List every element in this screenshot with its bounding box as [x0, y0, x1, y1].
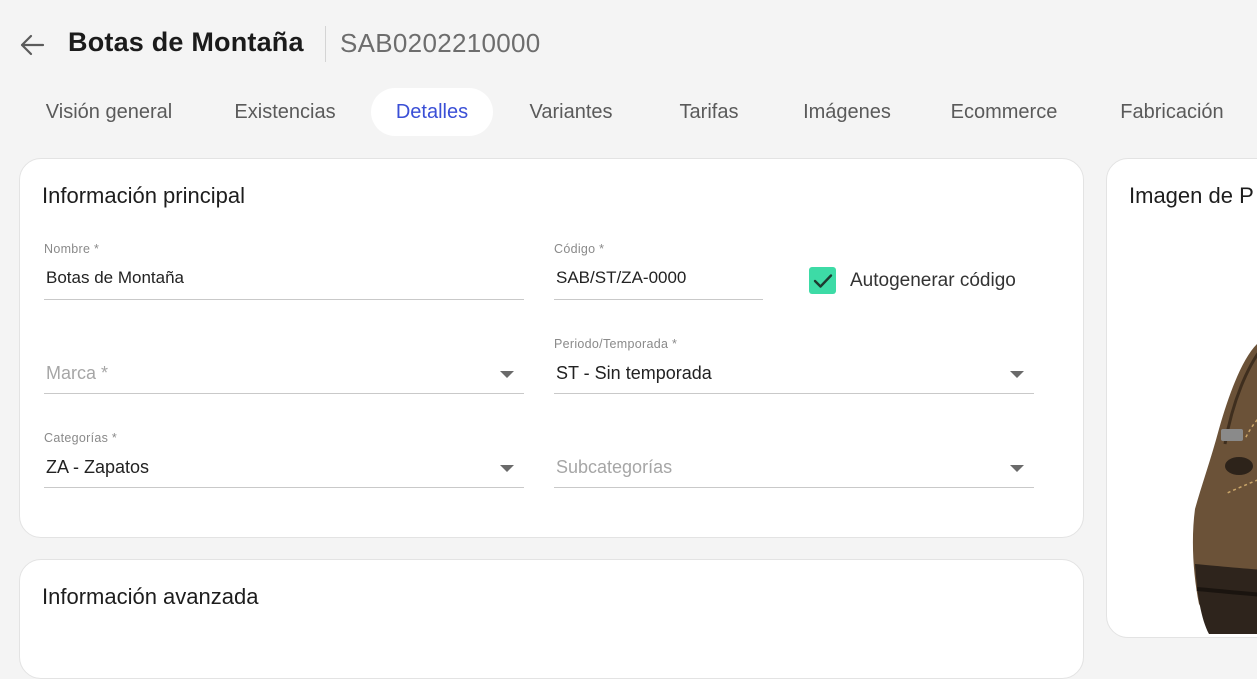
- tab-ecommerce[interactable]: Ecommerce: [934, 88, 1074, 136]
- chevron-down-icon: [1010, 371, 1024, 378]
- tab-tarifas[interactable]: Tarifas: [662, 88, 756, 136]
- product-image[interactable]: [1147, 334, 1257, 634]
- subcategorias-underline: [554, 487, 1034, 488]
- autogenerar-label[interactable]: Autogenerar código: [850, 270, 1016, 292]
- chevron-down-icon: [500, 371, 514, 378]
- title-divider: [325, 26, 326, 62]
- categorias-select[interactable]: Categorías * ZA - Zapatos: [44, 431, 524, 488]
- nombre-underline: [44, 299, 524, 300]
- categorias-label: Categorías *: [44, 431, 118, 445]
- codigo-label: Código *: [554, 242, 605, 256]
- checkmark-icon: [813, 273, 832, 288]
- page-title: Botas de Montaña: [68, 27, 304, 57]
- nombre-value: Botas de Montaña: [46, 268, 184, 287]
- marca-select[interactable]: Marca *: [44, 340, 524, 394]
- chevron-down-icon: [1010, 465, 1024, 472]
- advanced-info-card: Información avanzada: [19, 559, 1084, 679]
- nombre-label: Nombre *: [44, 242, 100, 256]
- page-header: Botas de Montaña SAB0202210000: [0, 0, 1257, 88]
- tab-variantes[interactable]: Variantes: [512, 88, 630, 136]
- tab-existencias[interactable]: Existencias: [218, 88, 352, 136]
- tab-vision-general[interactable]: Visión general: [28, 88, 190, 136]
- arrow-left-icon: [20, 34, 45, 56]
- periodo-select[interactable]: Periodo/Temporada * ST - Sin temporada: [554, 337, 1034, 394]
- marca-placeholder: Marca *: [46, 363, 109, 383]
- codigo-value: SAB/ST/ZA-0000: [556, 268, 687, 287]
- periodo-underline: [554, 393, 1034, 394]
- nombre-field[interactable]: Nombre * Botas de Montaña: [44, 242, 524, 300]
- back-button[interactable]: [14, 28, 50, 62]
- autogenerar-checkbox[interactable]: [809, 267, 836, 294]
- categorias-value: ZA - Zapatos: [46, 457, 150, 477]
- codigo-field[interactable]: Código * SAB/ST/ZA-0000: [554, 242, 763, 300]
- periodo-label: Periodo/Temporada *: [554, 337, 678, 351]
- categorias-underline: [44, 487, 524, 488]
- subcategorias-select[interactable]: Subcategorías: [554, 434, 1034, 488]
- tab-bar: Visión general Existencias Detalles Vari…: [0, 88, 1257, 136]
- product-image-title: Imagen de P: [1129, 183, 1254, 208]
- codigo-underline: [554, 299, 763, 300]
- chevron-down-icon: [500, 465, 514, 472]
- product-code-title: SAB0202210000: [340, 28, 541, 58]
- marca-underline: [44, 393, 524, 394]
- tab-detalles[interactable]: Detalles: [371, 88, 493, 136]
- subcategorias-placeholder: Subcategorías: [556, 457, 673, 477]
- periodo-value: ST - Sin temporada: [556, 363, 712, 383]
- advanced-info-title: Información avanzada: [42, 584, 259, 609]
- product-image-card: Imagen de P: [1106, 158, 1257, 638]
- tab-imagenes[interactable]: Imágenes: [786, 88, 908, 136]
- tab-fabricacion[interactable]: Fabricación: [1101, 88, 1243, 136]
- main-info-title: Información principal: [42, 183, 245, 208]
